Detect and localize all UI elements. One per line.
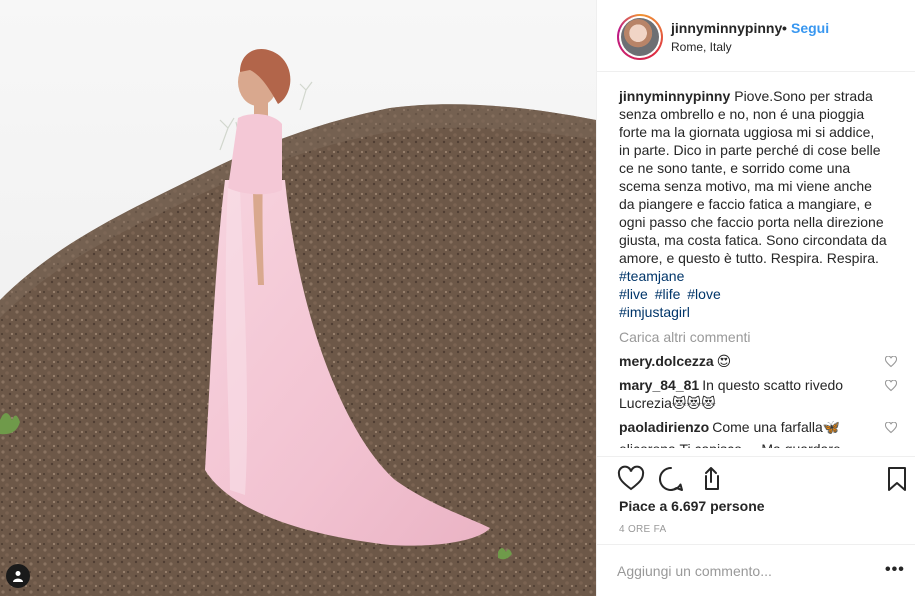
- photo-illustration: [0, 0, 596, 596]
- comment-input[interactable]: [617, 559, 867, 583]
- hashtag-link[interactable]: #live: [619, 286, 648, 302]
- comment-icon[interactable]: [657, 465, 685, 493]
- bookmark-icon[interactable]: [883, 465, 911, 493]
- location-link[interactable]: Rome, Italy: [671, 40, 732, 54]
- hashtag-link[interactable]: #love: [687, 286, 720, 302]
- tag-person-icon: [13, 571, 23, 582]
- share-icon[interactable]: [697, 465, 725, 493]
- likes-count[interactable]: Piace a 6.697 persone: [619, 498, 765, 514]
- more-options-button[interactable]: •••: [885, 561, 905, 579]
- hashtag-link[interactable]: #life: [655, 286, 681, 302]
- comment-username[interactable]: mery.dolcezza: [619, 353, 714, 369]
- post-photo[interactable]: [0, 0, 596, 596]
- caption-username[interactable]: jinnyminnypinny: [619, 88, 730, 104]
- comment-text: Come una farfalla🦋: [712, 419, 841, 435]
- caption-text: Piove.Sono per strada senza ombrello e n…: [619, 88, 887, 266]
- comments-section[interactable]: jinnyminnypinny Piove.Sono per strada sen…: [597, 73, 915, 456]
- hashtag-line: #live #life #love: [619, 285, 896, 303]
- add-comment-bar: •••: [597, 544, 915, 596]
- hashtag-line: #teamjane: [619, 267, 896, 285]
- comment-item: mary_84_81 In questo scatto rivedo Lucrez…: [619, 376, 897, 412]
- comment-text: 😍: [716, 353, 732, 369]
- hashtag-link[interactable]: #teamjane: [619, 268, 684, 284]
- load-more-comments-button[interactable]: Carica altri commenti: [619, 328, 896, 346]
- avatar[interactable]: [617, 14, 663, 60]
- post-header: jinnyminnypinny • Segui Rome, Italy: [597, 0, 915, 72]
- comment-username[interactable]: mary_84_81: [619, 377, 699, 393]
- header-username[interactable]: jinnyminnypinny: [671, 20, 782, 36]
- heart-small-icon[interactable]: [885, 356, 897, 368]
- post-timestamp[interactable]: 4 ORE FA: [619, 524, 666, 535]
- follow-button[interactable]: Segui: [791, 20, 829, 36]
- post-actions: Piace a 6.697 persone 4 ORE FA •••: [597, 456, 915, 586]
- heart-small-icon[interactable]: [885, 380, 897, 392]
- hashtag-line: #imjustagirl: [619, 303, 896, 321]
- heart-icon[interactable]: [617, 465, 645, 493]
- comment-item: mery.dolcezza 😍: [619, 352, 897, 370]
- heart-small-icon[interactable]: [885, 422, 897, 434]
- hashtag-link[interactable]: #imjustagirl: [619, 304, 690, 320]
- comment-item: paoladirienzo Come una farfalla🦋: [619, 418, 897, 436]
- comment-username[interactable]: paoladirienzo: [619, 419, 709, 435]
- tagged-people-button[interactable]: [6, 564, 30, 588]
- post-caption: jinnyminnypinny Piove.Sono per strada sen…: [619, 87, 889, 267]
- post-panel: jinnyminnypinny • Segui Rome, Italy jinn…: [596, 0, 915, 596]
- header-separator: •: [782, 20, 787, 36]
- partial-comment: elicorona Ti capisco ... Ma guardare: [619, 440, 896, 448]
